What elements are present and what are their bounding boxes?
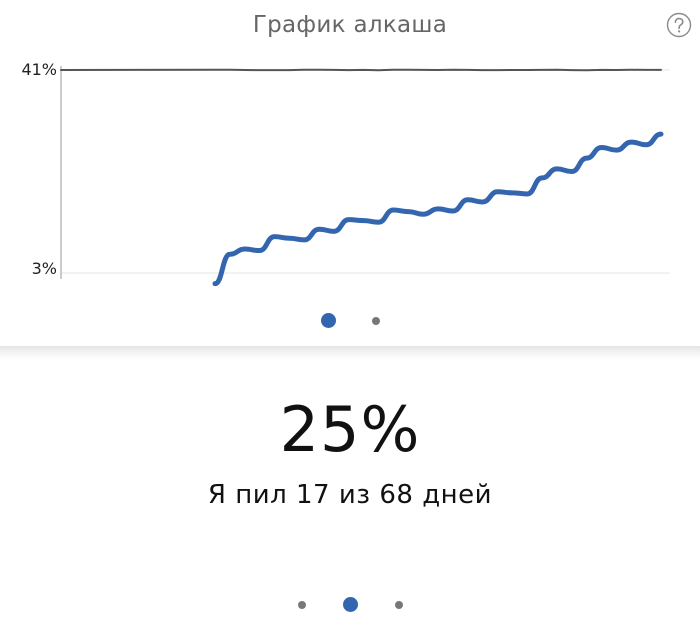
screen: График алкаша 41% 3% 25% Я пил 17 из 68 …	[0, 0, 700, 637]
line-chart: 41% 3%	[0, 0, 700, 300]
chart-series-group	[61, 70, 661, 284]
chart-card: График алкаша 41% 3%	[0, 0, 700, 346]
stat-panel: 25% Я пил 17 из 68 дней	[0, 360, 700, 637]
y-tick-label-top: 41%	[21, 60, 57, 79]
series-line-main	[215, 134, 661, 284]
stat-percentage: 25%	[0, 393, 700, 466]
page-pager	[0, 597, 700, 612]
chart-grid	[61, 70, 670, 273]
page-pager-dot-1[interactable]	[298, 601, 306, 609]
section-divider	[0, 346, 700, 360]
page-pager-dot-3[interactable]	[395, 601, 403, 609]
page-pager-dot-2[interactable]	[343, 597, 358, 612]
stat-caption: Я пил 17 из 68 дней	[0, 480, 700, 510]
chart-pager-dot-1[interactable]	[321, 313, 336, 328]
chart-pager	[0, 313, 700, 328]
y-tick-label-bottom: 3%	[32, 259, 57, 278]
series-line-reference	[61, 70, 661, 71]
chart-pager-dot-2[interactable]	[372, 317, 380, 325]
